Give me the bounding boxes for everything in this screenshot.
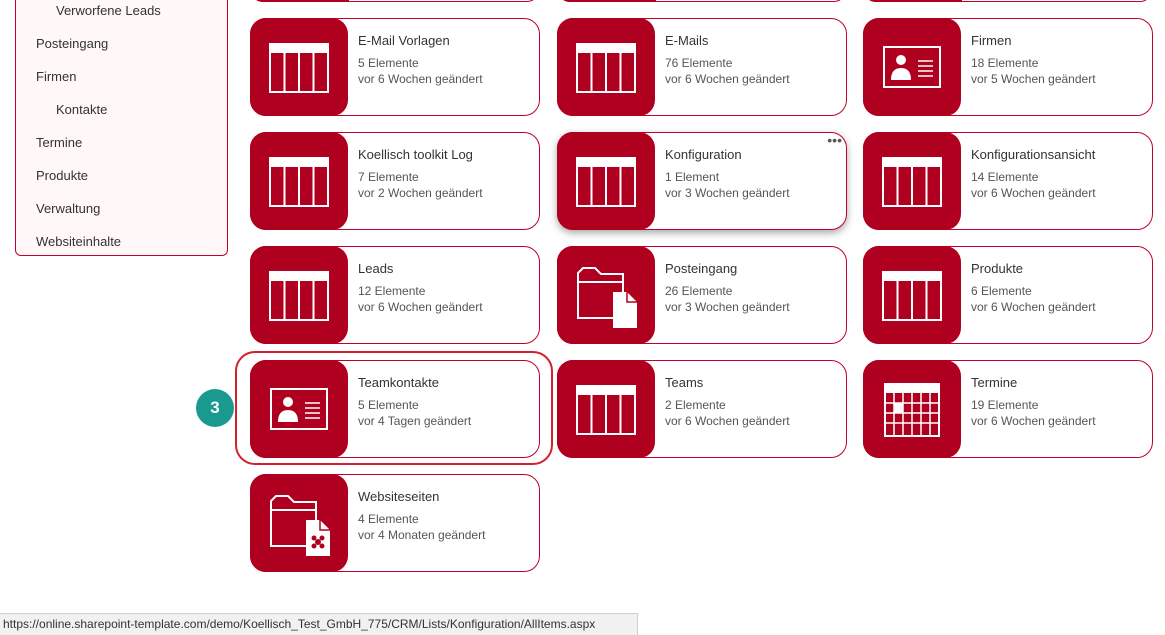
- nav-item-termine[interactable]: Termine: [36, 135, 82, 150]
- list-icon: [250, 18, 348, 116]
- tile-modified: vor 3 Wochen geändert: [665, 186, 790, 200]
- tile-title: Leads: [358, 261, 394, 276]
- tile-leads[interactable]: Leads 12 Elemente vor 6 Wochen geändert: [250, 246, 540, 344]
- list-icon: [863, 246, 961, 344]
- tile-teams[interactable]: Teams 2 Elemente vor 6 Wochen geändert: [557, 360, 847, 458]
- tile-title: E-Mail Vorlagen: [358, 33, 450, 48]
- tile-partial[interactable]: [251, 0, 539, 2]
- tile-modified: vor 6 Wochen geändert: [665, 72, 790, 86]
- list-icon: [557, 360, 655, 458]
- tile-modified: vor 3 Wochen geändert: [665, 300, 790, 314]
- highlight-ring: [235, 351, 553, 465]
- nav-item-produkte[interactable]: Produkte: [36, 168, 88, 183]
- nav-item-posteingang[interactable]: Posteingang: [36, 36, 108, 51]
- tile-item-count: 12 Elemente: [358, 284, 426, 298]
- tile-modified: vor 5 Wochen geändert: [971, 72, 1096, 86]
- tile-posteingang[interactable]: Posteingang 26 Elemente vor 3 Wochen geä…: [557, 246, 847, 344]
- tile-item-count: 19 Elemente: [971, 398, 1039, 412]
- more-options-icon[interactable]: •••: [827, 133, 842, 147]
- list-icon: [557, 132, 655, 230]
- quick-launch-nav: Verworfene Leads Posteingang Firmen Kont…: [15, 0, 228, 256]
- tile-partial[interactable]: [558, 0, 846, 2]
- tile-koellisch-toolkit-log[interactable]: Koellisch toolkit Log 7 Elemente vor 2 W…: [250, 132, 540, 230]
- tile-item-count: 26 Elemente: [665, 284, 733, 298]
- list-icon: [250, 132, 348, 230]
- tile-termine[interactable]: Termine 19 Elemente vor 6 Wochen geänder…: [863, 360, 1153, 458]
- tile-konfiguration[interactable]: Konfiguration 1 Element vor 3 Wochen geä…: [557, 132, 847, 230]
- tile-konfigurationsansicht[interactable]: Konfigurationsansicht 14 Elemente vor 6 …: [863, 132, 1153, 230]
- nav-item-verwaltung[interactable]: Verwaltung: [36, 201, 100, 216]
- tile-title: Firmen: [971, 33, 1012, 48]
- list-icon: [863, 132, 961, 230]
- tile-modified: vor 6 Wochen geändert: [358, 72, 483, 86]
- tile-title: E-Mails: [665, 33, 709, 48]
- tile-item-count: 2 Elemente: [665, 398, 726, 412]
- tile-item-count: 18 Elemente: [971, 56, 1039, 70]
- tile-title: Websiteseiten: [358, 489, 440, 504]
- nav-item-firmen[interactable]: Firmen: [36, 69, 76, 84]
- tile-title: Koellisch toolkit Log: [358, 147, 473, 162]
- nav-item-kontakte[interactable]: Kontakte: [56, 102, 107, 117]
- tile-title: Konfigurationsansicht: [971, 147, 1096, 162]
- tile-e-mail-vorlagen[interactable]: E-Mail Vorlagen 5 Elemente vor 6 Wochen …: [250, 18, 540, 116]
- contact-card-icon: [863, 18, 961, 116]
- tile-modified: vor 6 Wochen geändert: [665, 414, 790, 428]
- tile-title: Konfiguration: [665, 147, 742, 162]
- tile-item-count: 14 Elemente: [971, 170, 1039, 184]
- tile-title: Termine: [971, 375, 1018, 390]
- tile-modified: vor 6 Wochen geändert: [971, 186, 1096, 200]
- tile-item-count: 6 Elemente: [971, 284, 1032, 298]
- tile-firmen[interactable]: Firmen 18 Elemente vor 5 Wochen geändert: [863, 18, 1153, 116]
- tile-item-count: 76 Elemente: [665, 56, 733, 70]
- tile-websiteseiten[interactable]: Websiteseiten 4 Elemente vor 4 Monaten g…: [250, 474, 540, 572]
- list-icon: [250, 246, 348, 344]
- list-icon: [557, 18, 655, 116]
- tile-title: Posteingang: [665, 261, 738, 276]
- tile-e-mails[interactable]: E-Mails 76 Elemente vor 6 Wochen geänder…: [557, 18, 847, 116]
- tile-modified: vor 6 Wochen geändert: [971, 300, 1096, 314]
- tile-item-count: 7 Elemente: [358, 170, 419, 184]
- tile-item-count: 1 Element: [665, 170, 720, 184]
- tile-item-count: 4 Elemente: [358, 512, 419, 526]
- tile-title: Produkte: [971, 261, 1024, 276]
- nav-item-websiteinhalte[interactable]: Websiteinhalte: [36, 234, 121, 249]
- nav-item-verworfene-leads[interactable]: Verworfene Leads: [56, 3, 161, 18]
- folder-page-icon: [250, 474, 348, 572]
- tile-partial[interactable]: [864, 0, 1152, 2]
- calendar-icon: [863, 360, 961, 458]
- tile-modified: vor 2 Wochen geändert: [358, 186, 483, 200]
- status-bar-url: https://online.sharepoint-template.com/d…: [0, 613, 638, 635]
- tile-produkte[interactable]: Produkte 6 Elemente vor 6 Wochen geänder…: [863, 246, 1153, 344]
- folder-doc-icon: [557, 246, 655, 344]
- tile-item-count: 5 Elemente: [358, 56, 419, 70]
- tile-modified: vor 4 Monaten geändert: [358, 528, 486, 542]
- step-badge: 3: [196, 389, 234, 427]
- tile-title: Teams: [665, 375, 704, 390]
- tile-modified: vor 6 Wochen geändert: [971, 414, 1096, 428]
- tile-modified: vor 6 Wochen geändert: [358, 300, 483, 314]
